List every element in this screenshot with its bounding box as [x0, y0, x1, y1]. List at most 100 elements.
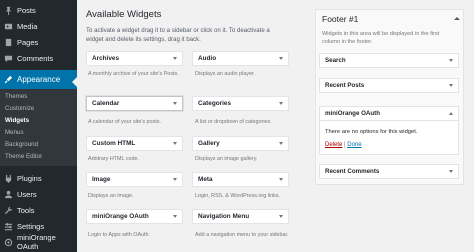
current-menu-arrow: [72, 77, 77, 87]
menu-item-pages[interactable]: Pages: [0, 35, 77, 49]
widget-actions: Delete | Done: [325, 142, 362, 148]
chevron-down-icon[interactable]: [449, 59, 453, 62]
chevron-up-icon[interactable]: [449, 112, 453, 115]
actions-separator: |: [344, 142, 346, 148]
widget-title: Navigation Menu: [198, 213, 250, 220]
menu-item-label: Users: [17, 189, 37, 199]
chevron-down-icon[interactable]: [279, 142, 283, 145]
sidebar-widget-recent-comments[interactable]: Recent Comments: [319, 164, 459, 179]
available-widgets-heading: Available Widgets: [86, 9, 162, 20]
no-options-message: There are no options for this widget.: [325, 129, 418, 135]
submenu-customize[interactable]: Customize: [5, 105, 34, 112]
widget-description: Displays an image gallery.: [195, 156, 258, 162]
widget-description: A list or dropdown of categories.: [195, 119, 272, 125]
widget-custom-html[interactable]: Custom HTML: [86, 136, 183, 151]
chevron-down-icon[interactable]: [279, 178, 283, 181]
chevron-down-icon[interactable]: [279, 57, 283, 60]
menu-item-settings[interactable]: Settings: [0, 219, 77, 233]
chevron-down-icon[interactable]: [173, 102, 177, 105]
widget-meta[interactable]: Meta: [192, 172, 289, 187]
chevron-down-icon[interactable]: [279, 102, 283, 105]
menu-item-label: Posts: [17, 5, 36, 15]
menu-item-miniorange-oauth[interactable]: miniOrange OAuth: [0, 233, 77, 251]
widget-description: Login to Apps with OAuth: [88, 232, 149, 238]
widget-description: Login, RSS, & WordPress.org links.: [195, 193, 280, 199]
widget-navigation-menu[interactable]: Navigation Menu: [192, 209, 289, 224]
sidebar-description: Widgets in this area will be displayed i…: [322, 31, 440, 45]
menu-item-label: Plugins: [17, 173, 42, 183]
menu-item-label: Comments: [17, 53, 54, 63]
widget-title: Custom HTML: [92, 140, 136, 147]
widget-description: A calendar of your site's posts.: [88, 119, 161, 125]
widget-miniorange-oauth[interactable]: miniOrange OAuth: [86, 209, 183, 224]
sidebar-widget-search[interactable]: Search: [319, 53, 459, 68]
widget-description: Add a navigation menu to your sidebar.: [195, 232, 289, 238]
wrench-icon: [4, 206, 13, 215]
user-icon: [4, 190, 13, 199]
widget-description: A monthly archive of your site's Posts.: [88, 71, 179, 77]
chevron-down-icon[interactable]: [449, 170, 453, 173]
widget-description: Arbitrary HTML code.: [88, 156, 140, 162]
widget-image[interactable]: Image: [86, 172, 183, 187]
chevron-up-icon[interactable]: [454, 17, 460, 20]
submenu-background[interactable]: Background: [5, 141, 38, 148]
widget-title: Meta: [198, 176, 213, 183]
admin-menu: Posts Media Pages Comments Appearance Th…: [0, 0, 77, 252]
menu-item-label: Settings: [17, 221, 45, 231]
comment-icon: [4, 54, 13, 63]
menu-item-label: Tools: [17, 205, 35, 215]
chevron-down-icon[interactable]: [173, 178, 177, 181]
sidebar-widget-miniorange-oauth[interactable]: miniOrange OAuth: [319, 106, 459, 121]
delete-link[interactable]: Delete: [325, 142, 342, 148]
widget-title: Calendar: [92, 100, 120, 107]
menu-item-media[interactable]: Media: [0, 19, 77, 33]
done-link[interactable]: Done: [347, 142, 361, 148]
widget-title: Gallery: [198, 140, 220, 147]
widget-calendar[interactable]: Calendar: [86, 96, 183, 111]
submenu-widgets[interactable]: Widgets: [5, 117, 29, 124]
sidebar-title[interactable]: Footer #1: [322, 14, 358, 24]
menu-item-comments[interactable]: Comments: [0, 51, 77, 65]
submenu-themes[interactable]: Themes: [5, 93, 27, 100]
menu-item-appearance[interactable]: Appearance: [0, 70, 77, 89]
widget-title: miniOrange OAuth: [325, 110, 381, 117]
widget-title: Audio: [198, 55, 217, 62]
menu-item-label: Media: [17, 21, 38, 31]
widget-title: Recent Posts: [325, 82, 365, 89]
widget-title: Categories: [198, 100, 232, 107]
widget-title: miniOrange OAuth: [92, 213, 149, 220]
menu-item-users[interactable]: Users: [0, 187, 77, 201]
chevron-down-icon[interactable]: [279, 215, 283, 218]
settings-icon: [4, 222, 13, 231]
chevron-down-icon[interactable]: [449, 84, 453, 87]
menu-item-label: Pages: [17, 37, 39, 47]
widget-archives[interactable]: Archives: [86, 51, 183, 66]
chevron-down-icon[interactable]: [173, 142, 177, 145]
brush-icon: [4, 75, 13, 84]
pin-icon: [4, 6, 13, 15]
widget-description: Displays an image.: [88, 193, 134, 199]
appearance-submenu: Themes Customize Widgets Menus Backgroun…: [0, 89, 77, 166]
widget-description: Displays an audio player.: [195, 71, 255, 77]
menu-item-label: miniOrange OAuth: [17, 233, 56, 251]
widget-title: Archives: [92, 55, 119, 62]
chevron-down-icon[interactable]: [173, 57, 177, 60]
submenu-menus[interactable]: Menus: [5, 129, 24, 136]
widget-title: Image: [92, 176, 111, 183]
widget-gallery[interactable]: Gallery: [192, 136, 289, 151]
menu-item-plugins[interactable]: Plugins: [0, 171, 77, 185]
sidebar-widget-recent-posts[interactable]: Recent Posts: [319, 78, 459, 93]
menu-item-label: Appearance: [17, 75, 61, 84]
widget-title: Recent Comments: [325, 168, 380, 175]
page-icon: [4, 38, 13, 47]
menu-item-posts[interactable]: Posts: [0, 3, 77, 17]
mo-icon: [4, 238, 13, 247]
chevron-down-icon[interactable]: [173, 215, 177, 218]
menu-item-tools[interactable]: Tools: [0, 203, 77, 217]
widget-audio[interactable]: Audio: [192, 51, 289, 66]
widget-categories[interactable]: Categories: [192, 96, 289, 111]
widget-settings-panel: [319, 121, 459, 155]
available-widgets-description: To activate a widget drag it to a sideba…: [86, 27, 270, 43]
submenu-theme-editor[interactable]: Theme Editor: [5, 153, 42, 160]
widget-title: Search: [325, 57, 346, 64]
